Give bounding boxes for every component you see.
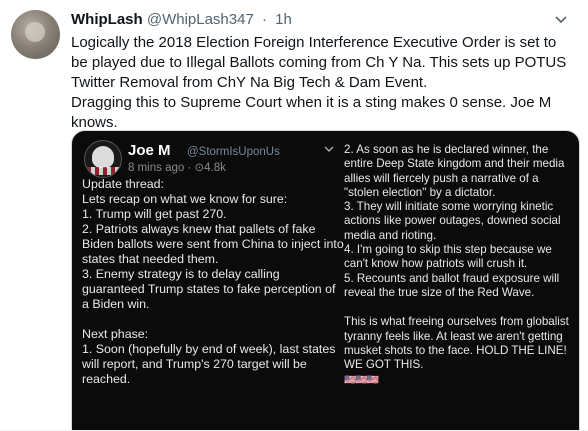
embedded-line: Next phase:: [82, 327, 149, 341]
tweet-text-paragraph: Dragging this to Supreme Court when it i…: [71, 94, 552, 131]
tweet-text-paragraph: Logically the 2018 Election Foreign Inte…: [71, 34, 567, 91]
embedded-name: Joe M: [128, 142, 171, 159]
embedded-avatar: [84, 140, 122, 178]
embedded-line: 5. Recounts and ballot fraud exposure wi…: [344, 271, 560, 299]
embedded-line: 2. As soon as he is declared winner, the…: [344, 143, 565, 199]
flag-emojis: 🇺🇸🇺🇸🇺🇸: [344, 375, 379, 387]
skull-icon: [92, 146, 114, 168]
flag-icon: [87, 167, 119, 175]
avatar[interactable]: [11, 10, 60, 59]
embedded-meta: 8 mins ago · ⊙4.8k: [128, 162, 226, 174]
embedded-line: 1. Soon (hopefully by end of week), last…: [82, 342, 336, 386]
embedded-line: This is what freeing ourselves from glob…: [344, 315, 569, 372]
display-name[interactable]: WhipLash: [71, 11, 143, 28]
tweet-header: WhipLash @WhipLash347 · 1h: [71, 11, 292, 29]
embedded-line: 1. Trump will get past 270.: [82, 207, 227, 221]
avatar-image: [25, 22, 45, 42]
embedded-line: 3. They will initiate some worrying kine…: [344, 200, 561, 242]
tweet-media-image[interactable]: Joe M @StormIsUponUs 8 mins ago · ⊙4.8k …: [71, 130, 580, 431]
embedded-left-column: Joe M @StormIsUponUs 8 mins ago · ⊙4.8k …: [82, 131, 344, 387]
embedded-line: 2. Patriots always knew that pallets of …: [82, 222, 344, 266]
handle[interactable]: @WhipLash347: [147, 11, 254, 28]
embedded-handle: @StormIsUponUs: [187, 146, 280, 158]
tweet-text: Logically the 2018 Election Foreign Inte…: [71, 33, 576, 133]
embedded-line: Lets recap on what we know for sure:: [82, 192, 288, 206]
chevron-down-icon[interactable]: [550, 8, 572, 30]
embedded-right-column: 2. As soon as he is declared winner, the…: [344, 131, 576, 389]
timestamp[interactable]: 1h: [275, 11, 292, 28]
embedded-line: 3. Enemy strategy is to delay calling gu…: [82, 267, 336, 311]
embedded-line: 4. I'm going to skip this step because w…: [344, 243, 552, 271]
separator: ·: [261, 11, 267, 28]
chevron-down-icon: [324, 143, 334, 158]
embedded-header: Joe M @StormIsUponUs 8 mins ago · ⊙4.8k: [82, 131, 344, 178]
embedded-line: Update thread:: [82, 177, 164, 191]
